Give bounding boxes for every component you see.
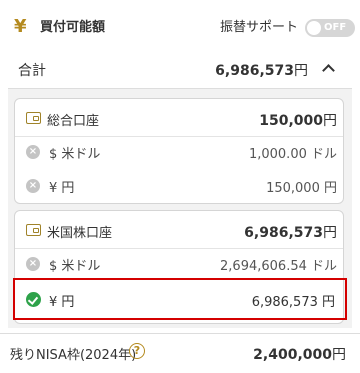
account-card-header: 米国株口座 6,986,573円	[15, 211, 343, 249]
currency-symbol: $	[49, 147, 58, 162]
currency-label: $ 米ドル	[49, 255, 100, 274]
account-amount: 6,986,573円	[244, 222, 337, 242]
total-amount-unit: 円	[294, 63, 308, 79]
currency-value: 1,000.00 ドル	[248, 147, 337, 162]
currency-label: ¥ 円	[49, 291, 74, 310]
currency-symbol: ¥	[49, 295, 58, 310]
nisa-remaining-row: 残りNISA枠(2024年) ? 2,400,000円	[0, 338, 360, 368]
wallet-icon	[26, 224, 41, 236]
currency-value: 150,000 円	[266, 181, 337, 196]
currency-row-usd[interactable]: × $ 米ドル 1,000.00 ドル	[15, 137, 343, 169]
account-amount-unit: 円	[323, 113, 337, 129]
wallet-icon	[26, 112, 41, 124]
currency-symbol: $	[49, 259, 58, 274]
total-row[interactable]: 合計 6,986,573円	[0, 54, 360, 86]
divider	[0, 333, 360, 334]
close-circle-icon: ×	[26, 257, 40, 271]
panel-header: ¥ 買付可能額 振替サポート OFF	[12, 16, 355, 40]
toggle-state-label: OFF	[324, 22, 347, 33]
account-amount-unit: 円	[323, 225, 337, 241]
account-amount: 150,000円	[259, 110, 337, 130]
question-circle-icon[interactable]: ?	[129, 343, 145, 359]
currency-name: 米ドル	[61, 147, 101, 162]
nisa-label: 残りNISA枠(2024年)	[10, 348, 137, 363]
currency-symbol: ¥	[49, 181, 58, 196]
currency-name: 円	[61, 295, 75, 310]
account-title: 米国株口座	[47, 226, 113, 241]
nisa-amount-unit: 円	[332, 347, 346, 363]
currency-label: ¥ 円	[49, 177, 74, 196]
account-amount-value: 6,986,573	[244, 225, 323, 241]
currency-row-jpy-selected[interactable]: ¥ 円 6,986,573 円	[13, 278, 347, 320]
nisa-amount: 2,400,000円	[253, 344, 346, 364]
toggle-knob	[307, 21, 321, 35]
chevron-up-icon[interactable]	[322, 64, 335, 77]
account-title: 総合口座	[47, 114, 100, 129]
currency-name: 円	[61, 181, 75, 196]
total-amount-value: 6,986,573	[215, 63, 294, 79]
transfer-support-toggle[interactable]: OFF	[305, 19, 355, 37]
total-label: 合計	[18, 63, 46, 79]
yen-icon: ¥	[14, 16, 27, 37]
currency-row-jpy[interactable]: × ¥ 円 150,000 円	[15, 171, 343, 203]
close-circle-icon: ×	[26, 179, 40, 193]
currency-row-usd[interactable]: × $ 米ドル 2,694,606.54 ドル	[15, 249, 343, 281]
total-amount: 6,986,573円	[215, 60, 308, 80]
account-card-general: 総合口座 150,000円 × $ 米ドル 1,000.00 ドル × ¥ 円 …	[14, 98, 344, 204]
currency-label: $ 米ドル	[49, 143, 100, 162]
currency-name: 米ドル	[61, 259, 101, 274]
currency-value: 6,986,573 円	[251, 295, 335, 310]
nisa-amount-value: 2,400,000	[253, 347, 332, 363]
currency-value: 2,694,606.54 ドル	[220, 259, 337, 274]
account-card-header: 総合口座 150,000円	[15, 99, 343, 137]
close-circle-icon: ×	[26, 145, 40, 159]
buying-power-panel: ¥ 買付可能額 振替サポート OFF 合計 6,986,573円 総合口座 15…	[0, 0, 360, 373]
transfer-support-label: 振替サポート	[220, 20, 299, 35]
accounts-group-divider	[8, 88, 352, 89]
check-circle-icon	[26, 292, 41, 307]
account-amount-value: 150,000	[259, 113, 323, 129]
panel-title: 買付可能額	[40, 20, 106, 35]
